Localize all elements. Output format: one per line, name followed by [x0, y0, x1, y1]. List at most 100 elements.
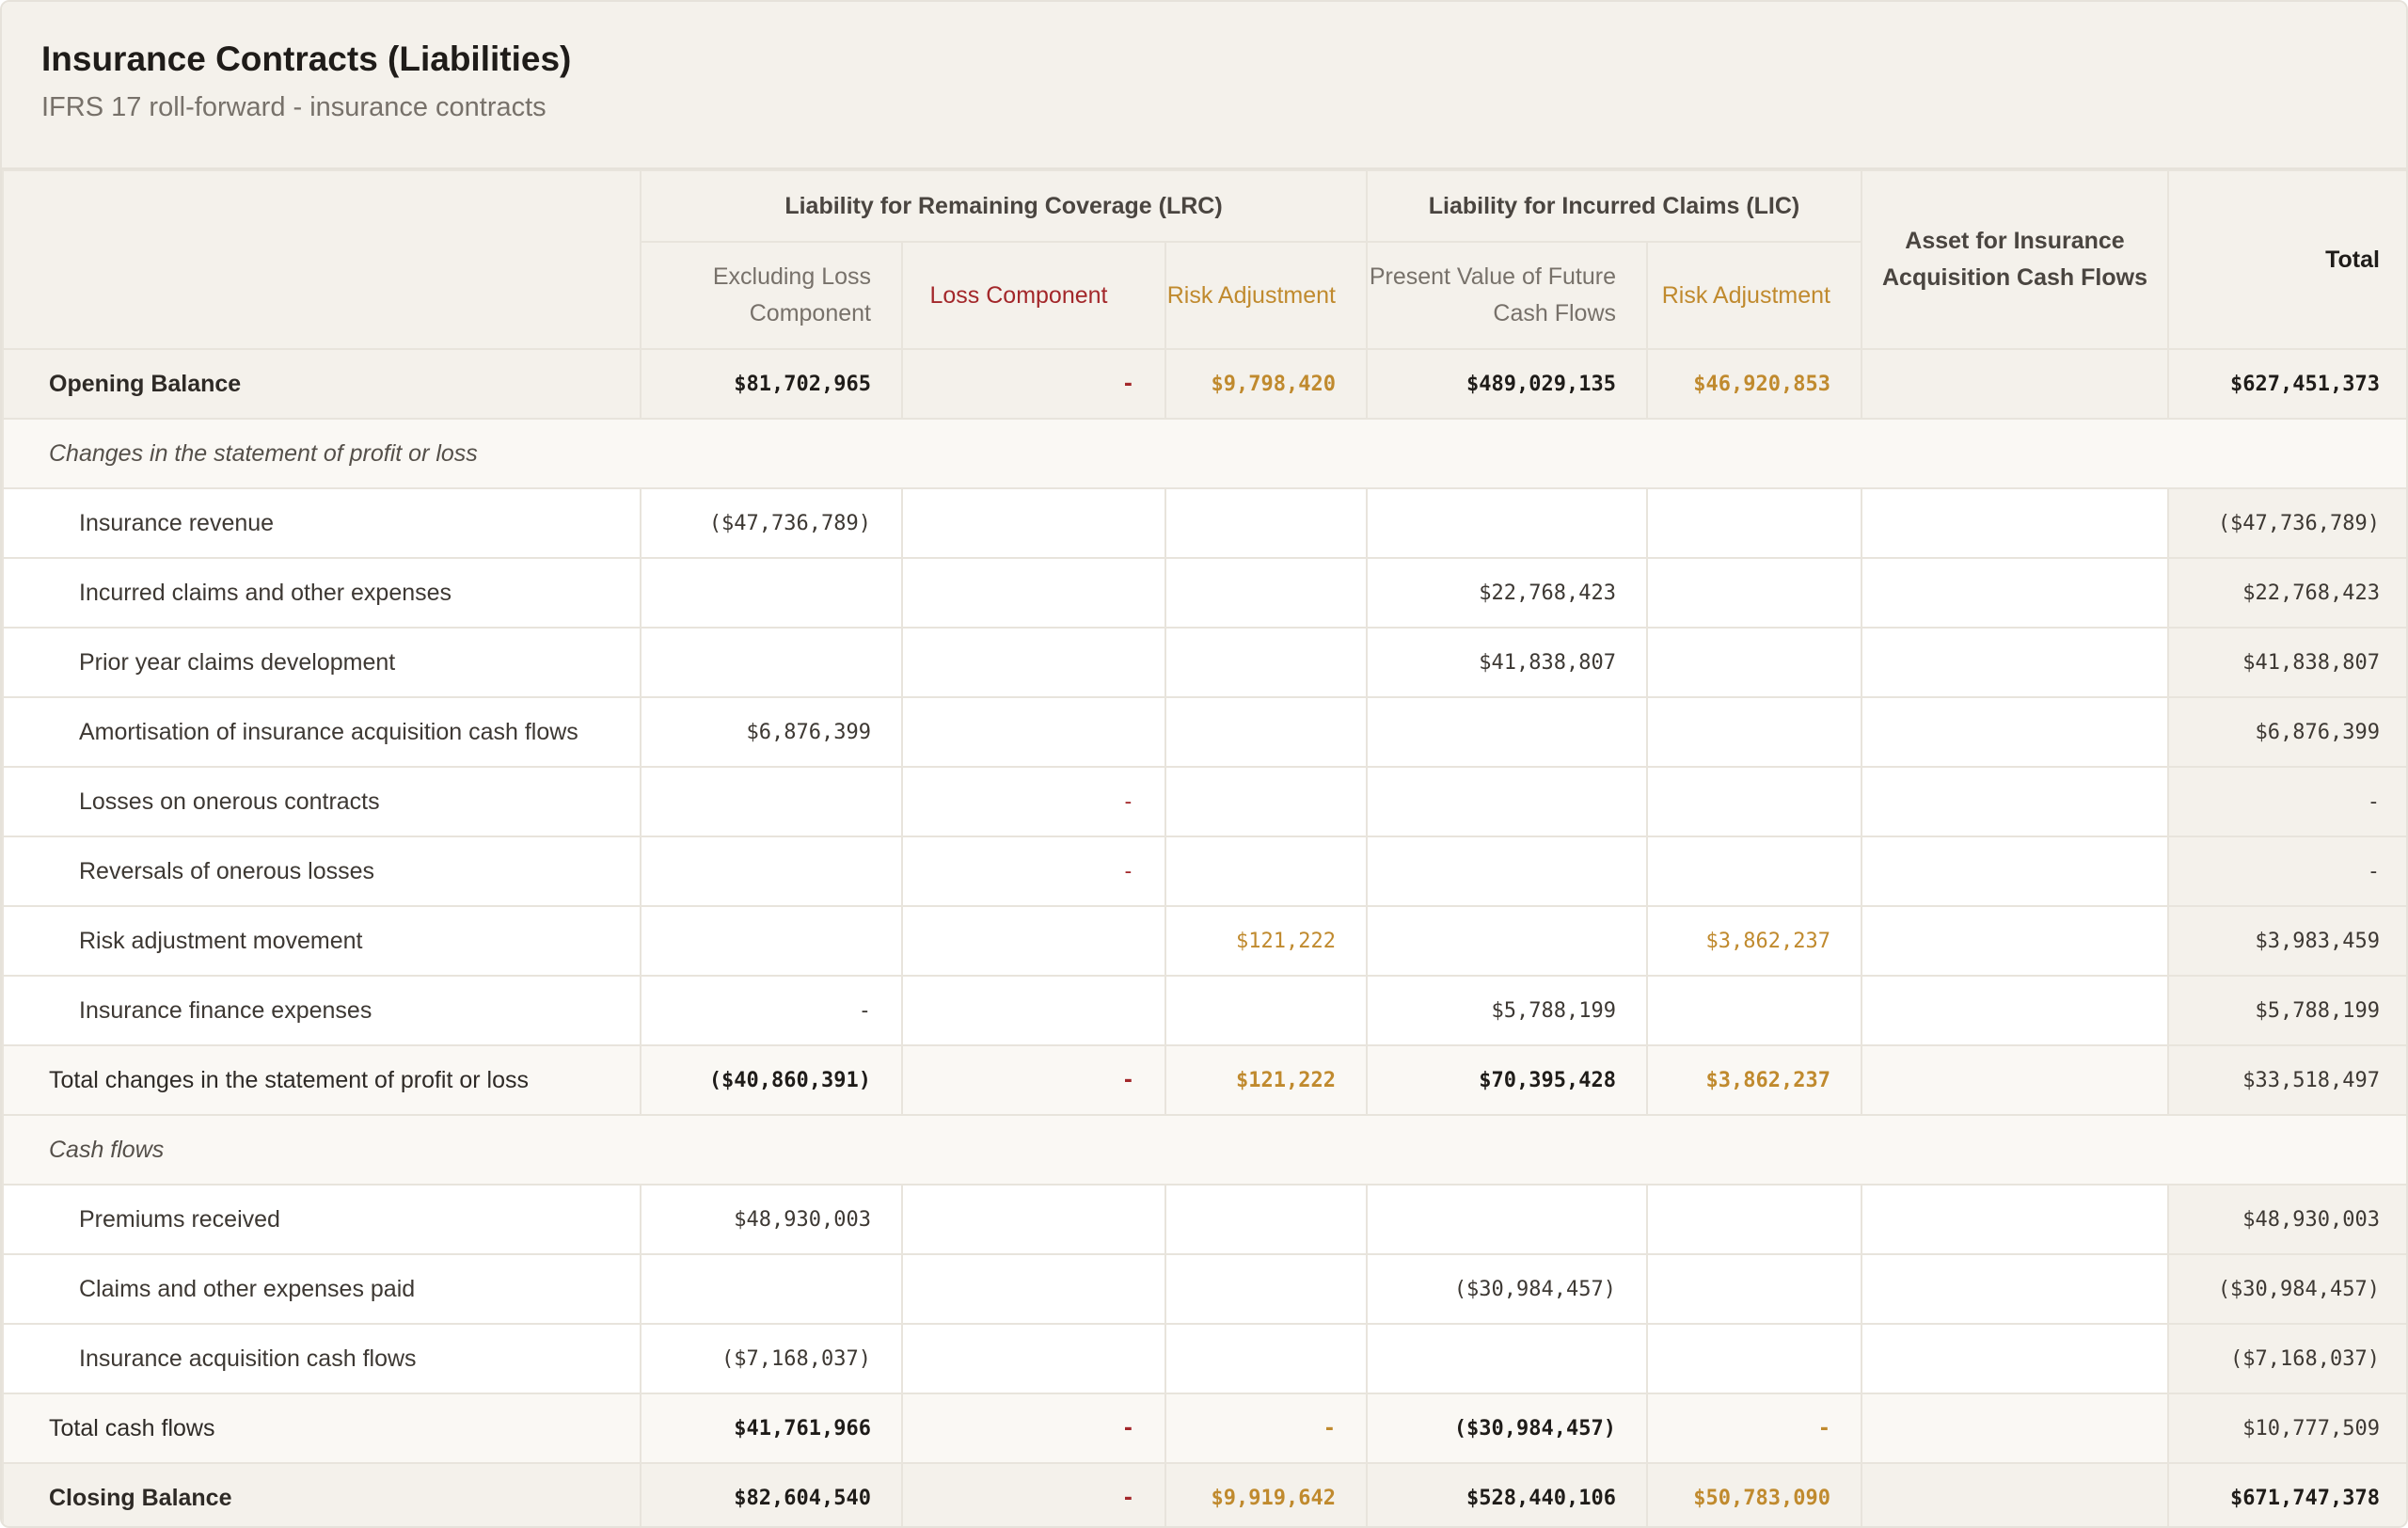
row-label: Incurred claims and other expenses [2, 557, 642, 629]
cell-excluding-loss: $6,876,399 [640, 696, 903, 768]
table-row: Risk adjustment movement $121,222 $3,862… [2, 905, 2406, 977]
row-label: Insurance finance expenses [2, 975, 642, 1046]
cell-lic-risk [1646, 557, 1862, 629]
total-cash-flows-row: Total cash flows $41,761,966 - - ($30,98… [2, 1393, 2406, 1464]
asset-acq-header: Asset for Insurance Acquisition Cash Flo… [1861, 169, 2169, 350]
cell-lic-risk: $50,783,090 [1646, 1462, 1862, 1526]
row-label: Closing Balance [2, 1462, 642, 1526]
cell-total: ($47,736,789) [2167, 487, 2406, 559]
closing-balance-row: Closing Balance $82,604,540 - $9,919,642… [2, 1462, 2406, 1526]
cell-total: $22,768,423 [2167, 557, 2406, 629]
cell-excluding-loss [640, 557, 903, 629]
cell-asset-acq [1861, 1253, 2169, 1325]
cell-total: $41,838,807 [2167, 627, 2406, 698]
row-label: Insurance revenue [2, 487, 642, 559]
cell-loss-component [901, 557, 1166, 629]
cell-lrc-risk: $121,222 [1164, 905, 1368, 977]
cell-loss-component: - [901, 348, 1166, 420]
cell-loss-component: - [901, 1462, 1166, 1526]
cell-loss-component [901, 975, 1166, 1046]
roll-forward-card: Insurance Contracts (Liabilities) IFRS 1… [0, 0, 2408, 1528]
row-label-header [2, 169, 642, 350]
cell-loss-component: - [901, 1044, 1166, 1116]
cell-pv-future: ($30,984,457) [1366, 1393, 1648, 1464]
row-label: Opening Balance [2, 348, 642, 420]
row-label: Reversals of onerous losses [2, 836, 642, 907]
pv-future-cash-flows-header: Present Value of Future Cash Flows [1366, 241, 1648, 350]
cell-total: $671,747,378 [2167, 1462, 2406, 1526]
row-label: Insurance acquisition cash flows [2, 1323, 642, 1394]
row-label: Prior year claims development [2, 627, 642, 698]
cell-lic-risk [1646, 766, 1862, 837]
cell-excluding-loss [640, 627, 903, 698]
row-label: Risk adjustment movement [2, 905, 642, 977]
cell-pv-future: $528,440,106 [1366, 1462, 1648, 1526]
cell-lic-risk [1646, 975, 1862, 1046]
cell-pv-future: $22,768,423 [1366, 557, 1648, 629]
cell-asset-acq [1861, 905, 2169, 977]
cell-excluding-loss [640, 836, 903, 907]
cell-total: $3,983,459 [2167, 905, 2406, 977]
section-label: Changes in the statement of profit or lo… [2, 418, 2406, 489]
excluding-loss-header: Excluding Loss Component [640, 241, 903, 350]
cell-total: $6,876,399 [2167, 696, 2406, 768]
cell-pv-future [1366, 696, 1648, 768]
row-label: Premiums received [2, 1184, 642, 1255]
cell-total: ($30,984,457) [2167, 1253, 2406, 1325]
table-row: Insurance finance expenses - $5,788,199 … [2, 975, 2406, 1046]
cell-total: $627,451,373 [2167, 348, 2406, 420]
table-row: Losses on onerous contracts - - [2, 766, 2406, 837]
cell-excluding-loss: $48,930,003 [640, 1184, 903, 1255]
table-row: Reversals of onerous losses - - [2, 836, 2406, 907]
cell-lrc-risk [1164, 1323, 1368, 1394]
cell-loss-component [901, 487, 1166, 559]
section-row-profit-loss: Changes in the statement of profit or lo… [2, 418, 2406, 489]
total-header: Total [2167, 169, 2406, 350]
cell-lrc-risk [1164, 487, 1368, 559]
cell-lrc-risk [1164, 836, 1368, 907]
cell-excluding-loss: $81,702,965 [640, 348, 903, 420]
row-label: Total changes in the statement of profit… [2, 1044, 642, 1116]
cell-lic-risk: $3,862,237 [1646, 1044, 1862, 1116]
section-label: Cash flows [2, 1114, 2406, 1186]
cell-lic-risk [1646, 696, 1862, 768]
page-title: Insurance Contracts (Liabilities) [41, 40, 572, 78]
cell-loss-component: - [901, 766, 1166, 837]
cell-total: $10,777,509 [2167, 1393, 2406, 1464]
cell-asset-acq [1861, 836, 2169, 907]
cell-lic-risk: $46,920,853 [1646, 348, 1862, 420]
cell-asset-acq [1861, 1044, 2169, 1116]
cell-loss-component [901, 1253, 1166, 1325]
lrc-group-header: Liability for Remaining Coverage (LRC) [640, 169, 1368, 243]
cell-asset-acq [1861, 766, 2169, 837]
cell-lic-risk: $3,862,237 [1646, 905, 1862, 977]
cell-lic-risk [1646, 1253, 1862, 1325]
cell-lrc-risk [1164, 766, 1368, 837]
cell-excluding-loss: ($7,168,037) [640, 1323, 903, 1394]
cell-asset-acq [1861, 557, 2169, 629]
cell-total: - [2167, 836, 2406, 907]
cell-asset-acq [1861, 348, 2169, 420]
cell-total: $48,930,003 [2167, 1184, 2406, 1255]
cell-asset-acq [1861, 487, 2169, 559]
cell-pv-future [1366, 487, 1648, 559]
roll-forward-table: Liability for Remaining Coverage (LRC) L… [2, 169, 2406, 1526]
cell-lrc-risk: $9,919,642 [1164, 1462, 1368, 1526]
cell-lic-risk: - [1646, 1393, 1862, 1464]
table-row: Premiums received $48,930,003 $48,930,00… [2, 1184, 2406, 1255]
row-label: Total cash flows [2, 1393, 642, 1464]
cell-asset-acq [1861, 1323, 2169, 1394]
cell-loss-component: - [901, 836, 1166, 907]
cell-total: $5,788,199 [2167, 975, 2406, 1046]
cell-asset-acq [1861, 1393, 2169, 1464]
cell-total: $33,518,497 [2167, 1044, 2406, 1116]
cell-loss-component [901, 627, 1166, 698]
cell-pv-future [1366, 766, 1648, 837]
cell-excluding-loss: - [640, 975, 903, 1046]
table-row: Prior year claims development $41,838,80… [2, 627, 2406, 698]
cell-excluding-loss: $41,761,966 [640, 1393, 903, 1464]
section-row-cash-flows: Cash flows [2, 1114, 2406, 1186]
cell-loss-component [901, 696, 1166, 768]
cell-pv-future [1366, 1184, 1648, 1255]
table-row: Insurance acquisition cash flows ($7,168… [2, 1323, 2406, 1394]
